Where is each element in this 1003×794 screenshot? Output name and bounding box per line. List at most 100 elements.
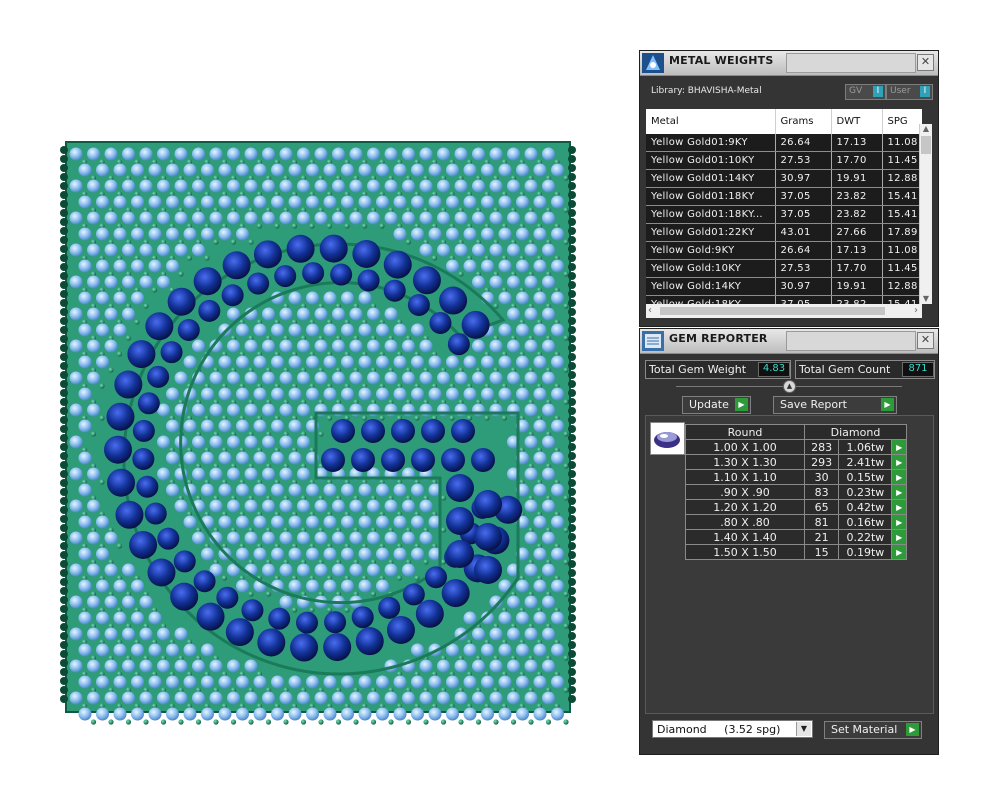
titlebar-drag-area[interactable] bbox=[786, 53, 916, 73]
pave-stone bbox=[481, 195, 494, 209]
table-row[interactable]: .80 X .80 81 0.16tw ▶ bbox=[685, 514, 907, 530]
close-icon[interactable]: ✕ bbox=[917, 332, 934, 349]
pave-stone bbox=[78, 259, 92, 273]
3d-viewport[interactable] bbox=[48, 128, 588, 728]
gem-weight-cell: 0.23tw bbox=[838, 484, 893, 500]
table-row[interactable]: Yellow Gold01:18KY... 37.05 23.82 15.41 bbox=[646, 205, 922, 224]
pave-stone bbox=[201, 643, 214, 657]
table-row[interactable]: Yellow Gold:18KY37.0523.8215.41 bbox=[646, 295, 922, 304]
pave-stone bbox=[288, 675, 302, 689]
close-icon[interactable]: ✕ bbox=[917, 54, 934, 71]
update-button[interactable]: Update ▶ bbox=[682, 396, 751, 414]
edge-bead bbox=[60, 578, 68, 586]
column-header-spg[interactable]: SPG bbox=[882, 109, 922, 134]
edge-bead bbox=[60, 506, 68, 514]
edge-bead bbox=[60, 317, 68, 325]
pave-stone bbox=[279, 563, 293, 577]
pave-stone bbox=[428, 387, 442, 401]
table-row[interactable]: 1.50 X 1.50 15 0.19tw ▶ bbox=[685, 544, 907, 560]
pave-stone bbox=[533, 611, 547, 625]
pave-stone bbox=[454, 659, 468, 673]
scroll-down-icon[interactable]: ▼ bbox=[921, 294, 931, 304]
table-cell-metal: Yellow Gold:18KY bbox=[646, 295, 776, 304]
go-arrow-icon[interactable]: ▶ bbox=[891, 529, 907, 545]
gem-size-cell: .90 X .90 bbox=[685, 484, 805, 500]
scroll-up-icon[interactable]: ▲ bbox=[921, 124, 931, 134]
set-material-button[interactable]: Set Material ▶ bbox=[824, 721, 922, 739]
dropdown-arrow-icon[interactable]: ▼ bbox=[796, 722, 811, 736]
pave-stone bbox=[244, 435, 258, 449]
material-select[interactable]: Diamond (3.52 spg) ▼ bbox=[652, 720, 813, 738]
table-row[interactable]: Yellow Gold01:18KY 37.05 23.82 15.41 bbox=[646, 187, 922, 206]
table-row[interactable]: 1.00 X 1.00 283 1.06tw ▶ bbox=[685, 439, 907, 455]
edge-bead bbox=[60, 479, 68, 487]
metal-weights-table: Metal Grams DWT SPG Yellow Gold01:9KY 26.… bbox=[646, 109, 922, 304]
pave-stone bbox=[542, 371, 555, 385]
table-row[interactable]: Yellow Gold01:9KY 26.64 17.13 11.08 bbox=[646, 134, 922, 152]
table-row[interactable]: 1.30 X 1.30 293 2.41tw ▶ bbox=[685, 454, 907, 470]
pave-stone bbox=[104, 339, 118, 353]
pave-stone bbox=[218, 419, 232, 433]
hscroll-thumb[interactable] bbox=[660, 307, 885, 315]
pave-stone bbox=[332, 499, 345, 513]
table-cell-spg: 15.41 bbox=[882, 295, 922, 304]
column-header-grams[interactable]: Grams bbox=[775, 109, 832, 134]
pave-stone bbox=[244, 659, 258, 673]
pave-stone bbox=[411, 355, 424, 369]
table-row[interactable]: Yellow Gold01:22KY 43.01 27.66 17.89 bbox=[646, 223, 922, 242]
scroll-right-icon[interactable]: › bbox=[914, 305, 918, 316]
go-arrow-icon[interactable]: ▶ bbox=[891, 514, 907, 530]
go-arrow-icon[interactable]: ▶ bbox=[891, 499, 907, 515]
edge-bead bbox=[568, 416, 576, 424]
go-arrow-icon[interactable]: ▶ bbox=[891, 469, 907, 485]
edge-bead bbox=[60, 146, 68, 154]
pave-stone bbox=[551, 355, 564, 369]
gem-reporter-titlebar[interactable]: GEM REPORTER ✕ bbox=[640, 329, 938, 354]
pave-stone bbox=[358, 387, 372, 401]
pave-stone bbox=[411, 643, 424, 657]
table-row[interactable]: Yellow Gold01:14KY 30.97 19.91 12.88 bbox=[646, 169, 922, 188]
column-header-dwt[interactable]: DWT bbox=[831, 109, 883, 134]
pave-stone bbox=[551, 259, 564, 273]
table-row[interactable]: 1.10 X 1.10 30 0.15tw ▶ bbox=[685, 469, 907, 485]
go-arrow-icon[interactable]: ▶ bbox=[891, 484, 907, 500]
go-arrow-icon[interactable]: ▶ bbox=[891, 439, 907, 455]
go-arrow-icon[interactable]: ▶ bbox=[891, 544, 907, 560]
scroll-thumb[interactable] bbox=[921, 136, 931, 154]
pave-stone bbox=[446, 195, 459, 209]
table-row[interactable]: .90 X .90 83 0.23tw ▶ bbox=[685, 484, 907, 500]
pave-stone bbox=[542, 243, 555, 257]
table-row[interactable]: 1.40 X 1.40 21 0.22tw ▶ bbox=[685, 529, 907, 545]
blue-sapphire bbox=[383, 279, 406, 302]
horizontal-scrollbar[interactable]: ‹ › bbox=[646, 304, 922, 318]
table-row[interactable]: 1.20 X 1.20 65 0.42tw ▶ bbox=[685, 499, 907, 515]
edge-bead bbox=[60, 200, 68, 208]
edge-bead bbox=[568, 182, 576, 190]
pave-stone bbox=[192, 435, 205, 449]
table-row[interactable]: Yellow Gold01:10KY 27.53 17.70 11.45 bbox=[646, 151, 922, 170]
save-report-button[interactable]: Save Report ▶ bbox=[773, 396, 897, 414]
pave-stone bbox=[113, 291, 127, 305]
titlebar-drag-area[interactable] bbox=[786, 331, 916, 351]
column-header-metal[interactable]: Metal bbox=[646, 109, 776, 134]
user-toggle[interactable]: User I bbox=[886, 84, 933, 100]
pave-stone bbox=[174, 371, 188, 385]
go-arrow-icon[interactable]: ▶ bbox=[891, 454, 907, 470]
metal-weights-titlebar[interactable]: METAL WEIGHTS ✕ bbox=[640, 51, 938, 76]
pave-stone bbox=[122, 275, 135, 289]
pave-bead bbox=[545, 719, 552, 725]
edge-bead bbox=[60, 218, 68, 226]
scroll-left-icon[interactable]: ‹ bbox=[648, 305, 652, 316]
table-row[interactable]: Yellow Gold:10KY 27.53 17.70 11.45 bbox=[646, 259, 922, 278]
vertical-scrollbar[interactable]: ▲ ▼ bbox=[919, 124, 932, 304]
pave-stone bbox=[411, 515, 424, 529]
gv-toggle[interactable]: GV I bbox=[845, 84, 886, 100]
total-gem-weight-value: 4.83 bbox=[758, 362, 790, 377]
table-row[interactable]: Yellow Gold:14KY 30.97 19.91 12.88 bbox=[646, 277, 922, 296]
table-row[interactable]: Yellow Gold:9KY 26.64 17.13 11.08 bbox=[646, 241, 922, 260]
pave-stone bbox=[69, 147, 83, 161]
slider-handle[interactable]: ▲ bbox=[783, 380, 796, 393]
pave-stone bbox=[542, 595, 555, 609]
pave-stone bbox=[104, 659, 118, 673]
pave-stone bbox=[288, 547, 302, 561]
